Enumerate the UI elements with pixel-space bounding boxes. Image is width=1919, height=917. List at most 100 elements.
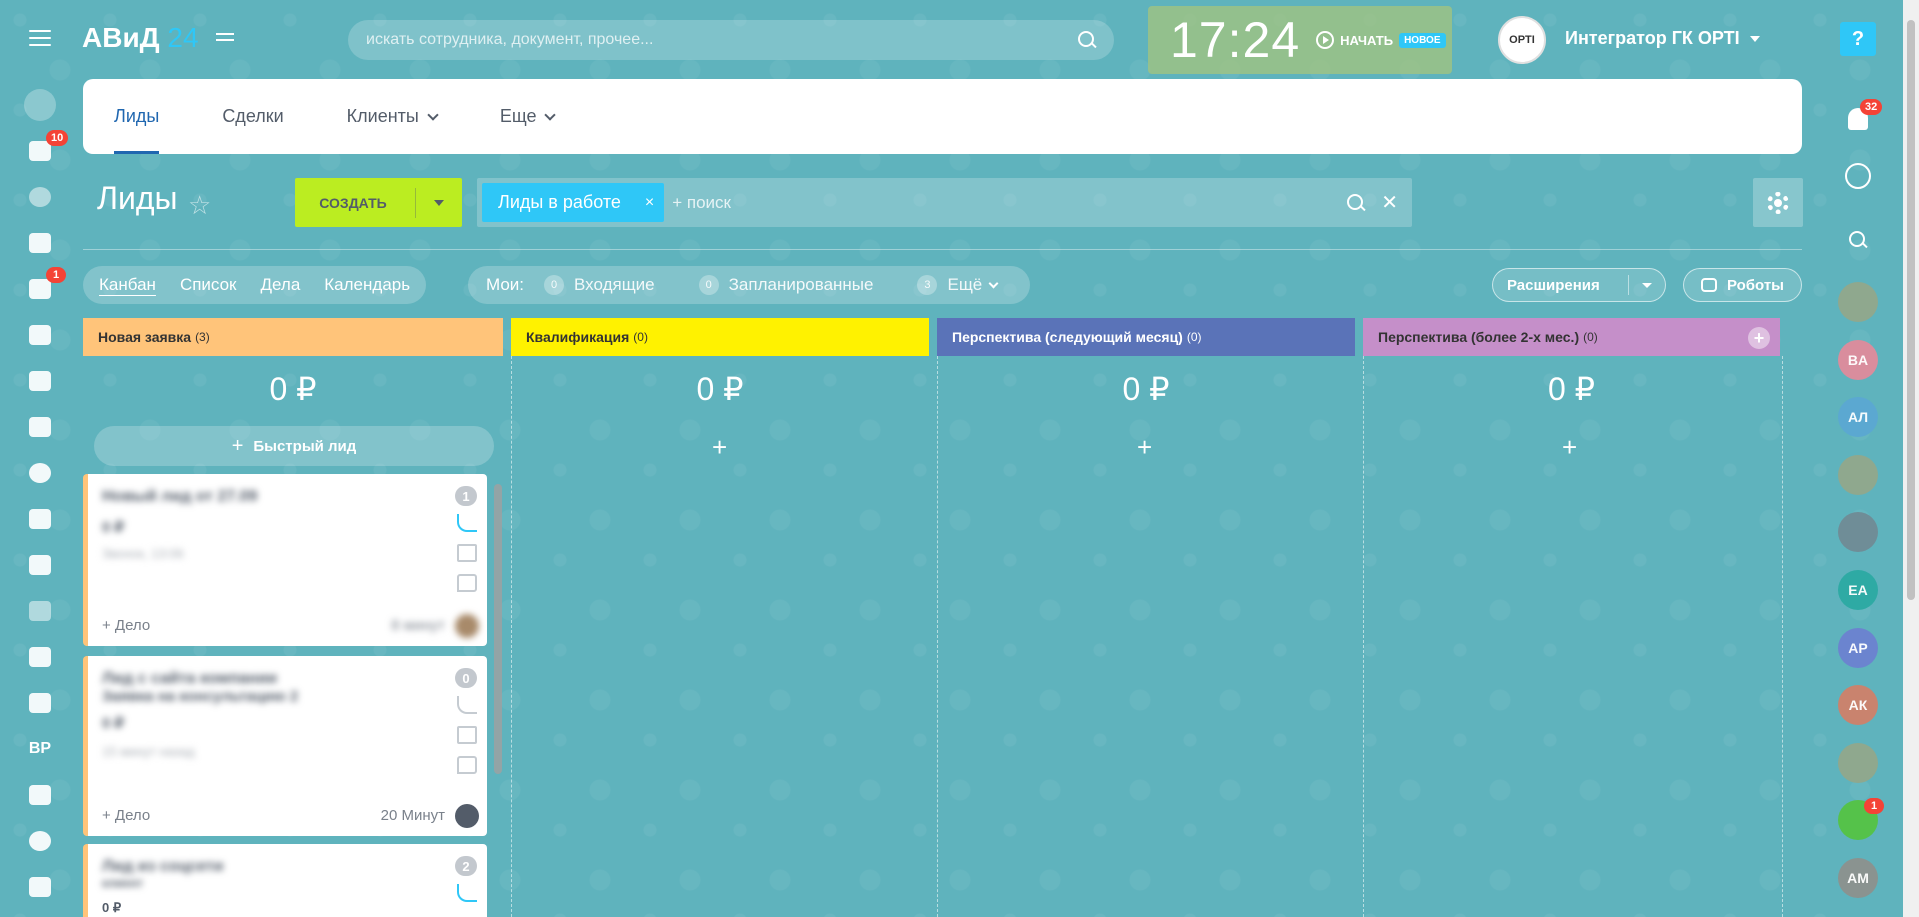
phone-icon[interactable] [457, 696, 477, 714]
chat-icon[interactable] [457, 574, 477, 592]
logo[interactable]: АВиД 24 [82, 22, 199, 54]
company-icon[interactable] [20, 772, 60, 818]
card-sum: 0 ₽ [102, 900, 122, 915]
robot-icon[interactable] [20, 542, 60, 588]
counter-more[interactable]: 3 Ещё [917, 275, 999, 295]
calendar-icon[interactable] [20, 312, 60, 358]
filter-bar[interactable]: Лиды в работе × + поиск ✕ [477, 178, 1412, 227]
view-activities[interactable]: Дела [261, 275, 301, 295]
target-icon[interactable] [20, 818, 60, 864]
card-title[interactable]: Новый лид от 27.09 [102, 488, 257, 506]
quick-lead-button[interactable]: + Быстрый лид [94, 426, 494, 466]
marketing-icon[interactable] [20, 634, 60, 680]
chat-icon[interactable] [457, 756, 477, 774]
clear-filter-icon[interactable]: ✕ [1381, 190, 1398, 215]
edit-icon[interactable] [20, 910, 60, 917]
group-chat-icon[interactable]: 1 [1838, 798, 1884, 841]
add-activity-link[interactable]: + Дело [102, 807, 150, 824]
start-workday-button[interactable]: НАЧАТЬ НОВОЕ [1316, 31, 1446, 49]
extensions-dropdown-icon[interactable] [1629, 282, 1665, 288]
user-photo-avatar[interactable] [1838, 512, 1878, 553]
add-lead-plus[interactable]: + [712, 432, 727, 463]
user-avatar[interactable]: АР [1838, 627, 1878, 668]
filter-funnel-icon[interactable] [20, 82, 60, 128]
tab-clients[interactable]: Клиенты [347, 79, 439, 154]
user-photo-avatar[interactable] [1838, 454, 1878, 495]
logo-settings-icon[interactable] [216, 33, 234, 47]
drive-icon[interactable] [20, 358, 60, 404]
favorite-star-icon[interactable]: ☆ [188, 190, 211, 221]
tasks-icon[interactable]: 10 [20, 128, 69, 174]
remove-filter-icon[interactable]: × [645, 194, 654, 212]
workday-widget: 17:24 НАЧАТЬ НОВОЕ [1148, 6, 1452, 74]
cart-icon[interactable] [20, 864, 60, 910]
help-button[interactable]: ? [1840, 22, 1876, 56]
counter-incoming[interactable]: 0 Входящие [544, 275, 655, 295]
stage-sum: 0 ₽ [1547, 371, 1596, 407]
divider [83, 249, 1802, 250]
tab-deals[interactable]: Сделки [222, 79, 283, 154]
add-activity-link[interactable]: + Дело [102, 617, 150, 634]
filter-preset-tag[interactable]: Лиды в работе × [482, 183, 665, 222]
phone-icon[interactable] [457, 884, 477, 902]
settings-button[interactable] [1753, 178, 1803, 227]
phone-icon[interactable] [457, 514, 477, 532]
robots-button[interactable]: Роботы [1683, 268, 1802, 302]
contact-card-icon[interactable] [20, 496, 60, 542]
add-lead-plus[interactable]: + [1137, 432, 1152, 463]
extensions-button[interactable]: Расширения [1492, 268, 1666, 302]
user-photo-avatar[interactable] [1838, 742, 1878, 783]
mail-icon[interactable] [457, 726, 477, 744]
owner-avatar[interactable] [455, 804, 479, 828]
lead-card[interactable]: Лид с сайта компании Заявка на консульта… [83, 656, 487, 836]
column-scrollbar[interactable] [491, 474, 505, 917]
open-lines-button[interactable] [1840, 158, 1876, 194]
add-lead-plus[interactable]: + [1562, 432, 1577, 463]
tab-more[interactable]: Еще [500, 79, 557, 154]
menu-burger-icon[interactable] [29, 30, 51, 48]
card-sum: 0 ₽ [102, 715, 125, 732]
user-avatar[interactable]: АМ [1838, 857, 1878, 898]
global-search-input[interactable] [366, 31, 1078, 49]
user-avatar[interactable]: АК [1838, 685, 1878, 726]
stage-header-qualification[interactable]: Квалификация (0) [511, 318, 929, 356]
card-title[interactable]: Лид из соцсети [102, 858, 223, 876]
page-scrollbar[interactable] [1903, 0, 1919, 917]
stage-header-new[interactable]: Новая заявка (3) [83, 318, 503, 356]
contacts-icon[interactable] [20, 450, 60, 496]
stage-header-prospect-next-month[interactable]: Перспектива (следующий месяц) (0) [937, 318, 1355, 356]
lead-card[interactable]: Лид из соцсети клиент 0 ₽ 2 [83, 844, 487, 917]
stage-sum: 0 ₽ [269, 371, 317, 407]
user-avatar[interactable]: ЕА [1838, 569, 1878, 610]
create-dropdown-icon[interactable] [416, 199, 462, 206]
code-icon[interactable] [20, 680, 60, 726]
feed-icon[interactable] [20, 220, 60, 266]
view-calendar[interactable]: Календарь [324, 275, 410, 295]
company-avatar[interactable]: OPTI [1498, 16, 1546, 64]
box-icon[interactable] [20, 588, 60, 634]
lead-card[interactable]: Новый лид от 27.09 0 ₽ Звонок, 13:06 1 +… [83, 474, 487, 646]
add-stage-icon[interactable]: + [1748, 327, 1770, 349]
counter-planned[interactable]: 0 Запланированные [698, 275, 873, 295]
tab-leads[interactable]: Лиды [114, 79, 160, 154]
search-icon[interactable] [1347, 193, 1365, 212]
search-icon[interactable] [1078, 31, 1096, 49]
company-menu[interactable]: Интегратор ГК ОРТІ [1565, 28, 1760, 49]
user-avatar[interactable]: BA [1838, 339, 1878, 380]
crm-icon[interactable] [20, 174, 60, 220]
owner-avatar[interactable] [455, 614, 479, 638]
notifications-bell[interactable]: 32 [1840, 99, 1883, 137]
user-avatar[interactable]: АЛ [1838, 397, 1878, 438]
filter-search-input[interactable]: + поиск [672, 193, 1347, 213]
stage-header-prospect-2-months[interactable]: Перспектива (более 2-х мес.) (0) + [1363, 318, 1780, 356]
create-button[interactable]: СОЗДАТЬ [295, 178, 462, 227]
card-title[interactable]: Лид с сайта компании [102, 670, 277, 688]
mail-icon[interactable] [20, 404, 60, 450]
right-search-button[interactable] [1840, 222, 1876, 258]
chat-icon[interactable]: 1 [20, 266, 66, 312]
view-list[interactable]: Список [180, 275, 237, 295]
user-photo-avatar[interactable] [1838, 282, 1878, 322]
bp-icon[interactable]: BP [20, 726, 60, 772]
view-kanban[interactable]: Канбан [99, 275, 156, 295]
mail-icon[interactable] [457, 544, 477, 562]
